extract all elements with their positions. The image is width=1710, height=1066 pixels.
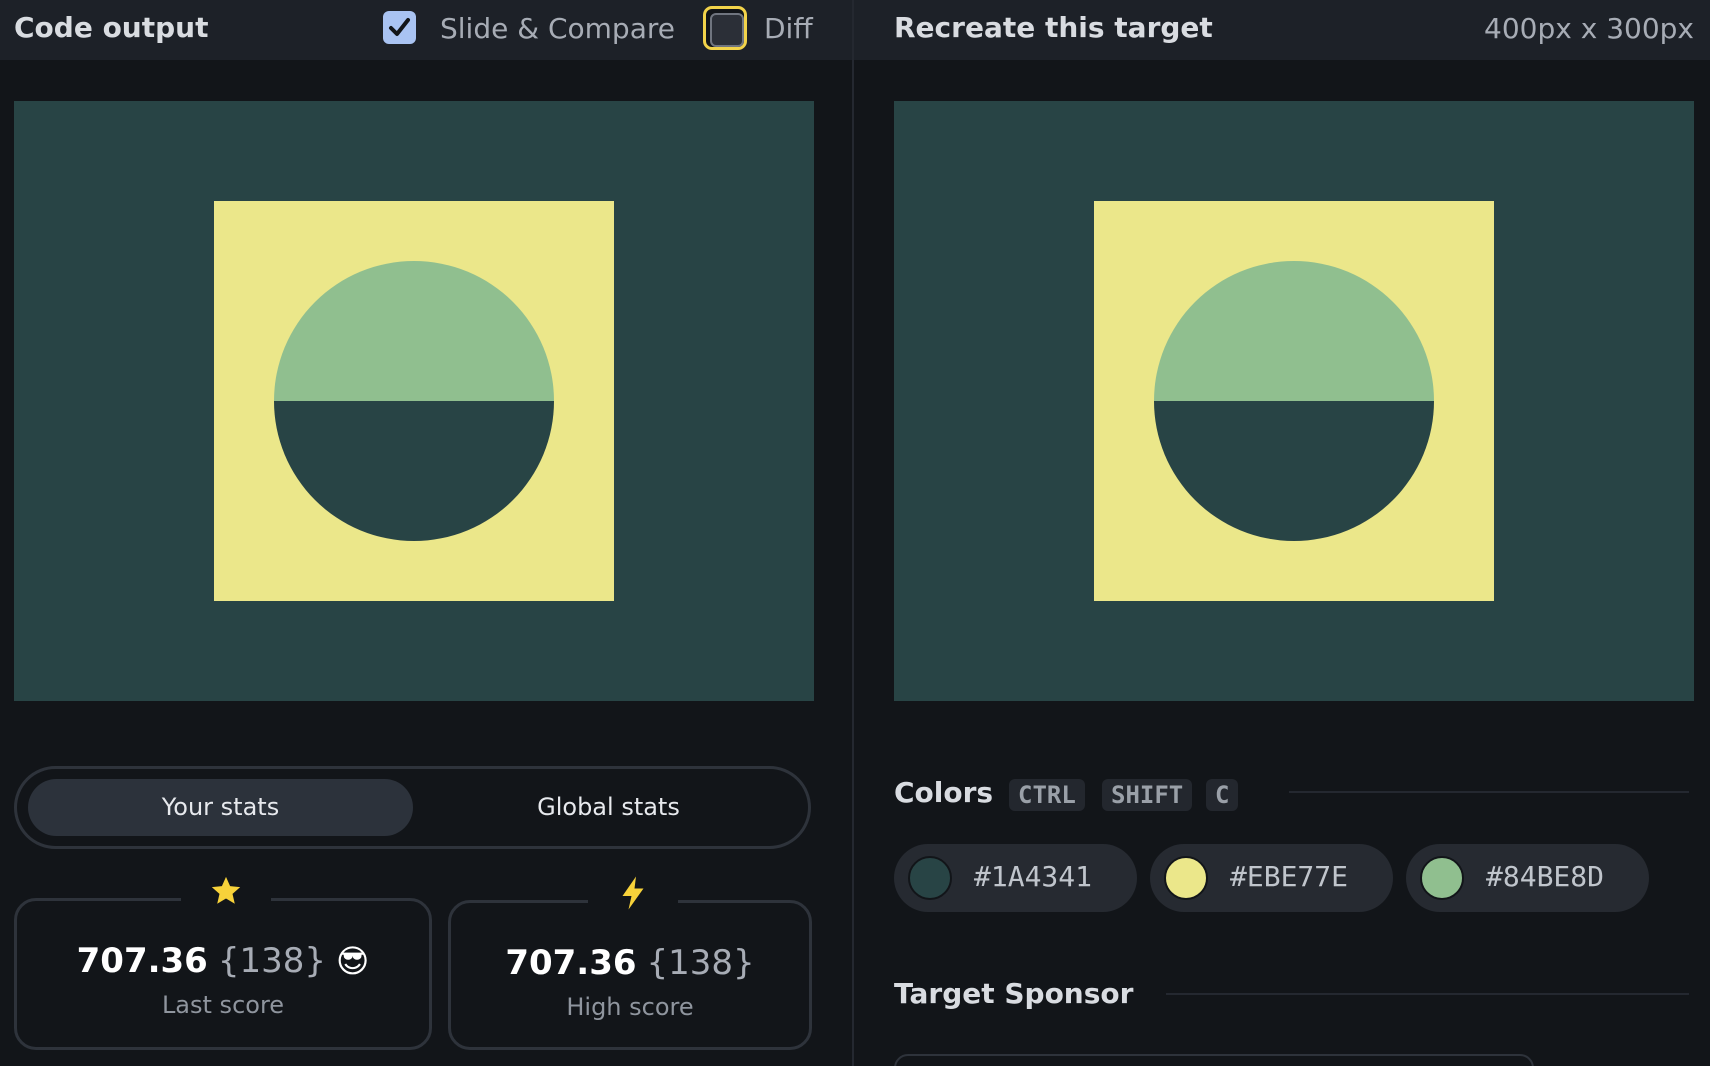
code-output-header: Code output Slide & Compare Diff: [0, 0, 852, 60]
star-icon: [211, 876, 241, 904]
last-score-card: 707.36 {138} 😎 Last score: [14, 869, 432, 1050]
colors-divider-line: [1289, 791, 1689, 793]
target-title: Recreate this target: [894, 11, 1213, 44]
your-stats-tab[interactable]: Your stats: [28, 779, 413, 836]
diff-label[interactable]: Diff: [764, 12, 813, 45]
lightning-icon: [622, 876, 644, 910]
high-score-card: 707.36 {138} High score: [448, 871, 812, 1050]
color-swatch[interactable]: #1A4341: [894, 844, 1137, 912]
high-score-label: High score: [566, 993, 694, 1021]
shortcut-key-shift: SHIFT: [1102, 779, 1193, 811]
high-score-badge: [588, 871, 678, 915]
last-score-badge: [181, 869, 271, 913]
code-output-canvas[interactable]: [14, 101, 814, 701]
color-hex: #EBE77E: [1230, 860, 1349, 893]
color-hex: #1A4341: [974, 860, 1093, 893]
color-swatch[interactable]: #EBE77E: [1150, 844, 1393, 912]
target-dimensions: 400px x 300px: [1484, 12, 1694, 45]
shortcut-key-c: C: [1206, 779, 1239, 811]
output-circle-top-half: [274, 261, 554, 401]
shortcut-key-ctrl: CTRL: [1009, 779, 1085, 811]
stats-toggle: Your stats Global stats: [14, 766, 811, 849]
color-dot: [1164, 856, 1208, 900]
high-score-number: 707.36: [505, 943, 637, 983]
target-sponsor-title: Target Sponsor: [894, 977, 1134, 1010]
target-yellow-square: [1094, 201, 1494, 601]
last-score-label: Last score: [161, 991, 285, 1019]
last-score-value: 707.36 {138} 😎: [17, 941, 429, 981]
output-yellow-square: [214, 201, 614, 601]
color-swatch[interactable]: #84BE8D: [1406, 844, 1649, 912]
sponsor-divider-line: [1166, 993, 1689, 995]
sunglasses-emoji-icon: 😎: [336, 942, 370, 980]
target-circle-top-half: [1154, 261, 1434, 401]
slide-compare-label[interactable]: Slide & Compare: [440, 12, 675, 45]
last-score-count: {138}: [217, 941, 326, 981]
color-hex: #84BE8D: [1486, 860, 1605, 893]
target-circle-bottom-half: [1154, 401, 1434, 541]
target-header: Recreate this target 400px x 300px: [854, 0, 1710, 60]
app-root: Code output Slide & Compare Diff Your st…: [0, 0, 1710, 1066]
color-dot: [1420, 856, 1464, 900]
sponsor-box[interactable]: [894, 1054, 1534, 1066]
diff-checkbox[interactable]: [703, 6, 747, 50]
last-score-number: 707.36: [76, 941, 208, 981]
color-dot: [908, 856, 952, 900]
code-output-title: Code output: [14, 11, 209, 44]
target-panel: Recreate this target 400px x 300px Color…: [854, 0, 1710, 1066]
checkmark-icon: [389, 18, 410, 36]
global-stats-tab[interactable]: Global stats: [416, 779, 801, 836]
high-score-count: {138}: [646, 943, 755, 983]
slide-compare-checkbox[interactable]: [383, 11, 416, 44]
output-circle-bottom-half: [274, 401, 554, 541]
high-score-value: 707.36 {138}: [451, 943, 809, 983]
target-circle: [1154, 261, 1434, 541]
output-circle: [274, 261, 554, 541]
colors-title: Colors: [894, 776, 994, 809]
target-canvas[interactable]: [894, 101, 1694, 701]
code-output-panel: Code output Slide & Compare Diff Your st…: [0, 0, 852, 1066]
